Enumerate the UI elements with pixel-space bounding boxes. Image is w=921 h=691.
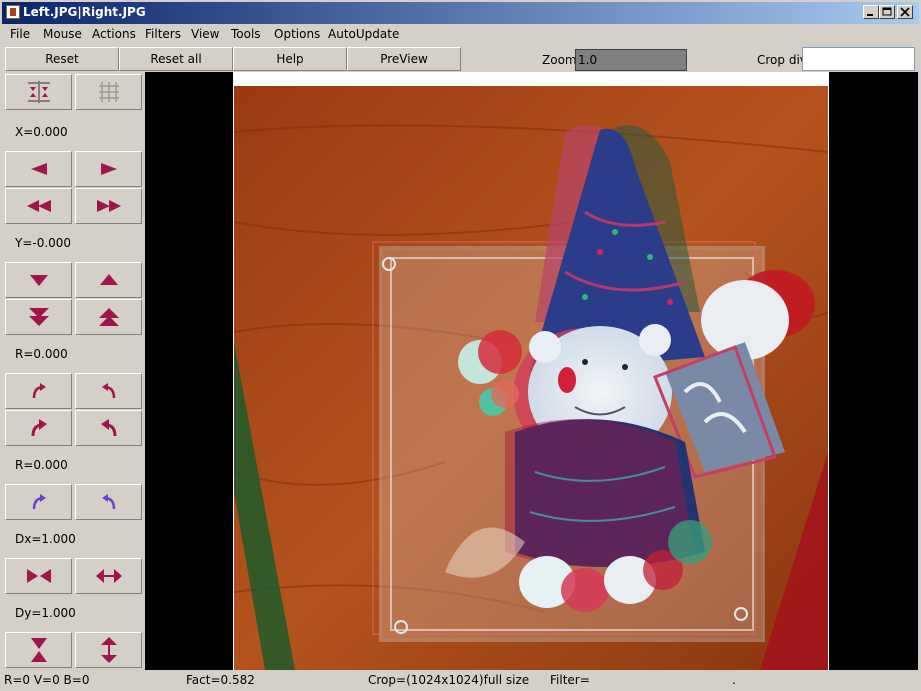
- shrink-horizontal-button[interactable]: [5, 558, 72, 594]
- arrow-down-icon: [29, 275, 48, 286]
- align-columns-button[interactable]: [5, 74, 72, 110]
- fact-readout: Fact=0.582: [186, 673, 255, 687]
- move-right-button[interactable]: [75, 151, 142, 187]
- minimize-icon[interactable]: [863, 5, 879, 19]
- adjust-panel: X=0.000 Y=-0.000 R=0.000 R=0.000 Dx=1.00…: [2, 72, 145, 670]
- expand-vertical-button[interactable]: [75, 632, 142, 668]
- rotate-cw-fast-button[interactable]: [5, 410, 72, 446]
- rotate-cw-button[interactable]: [5, 373, 72, 409]
- shrink-vertical-button[interactable]: [5, 632, 72, 668]
- move-down-button[interactable]: [5, 262, 72, 298]
- rotate-ccw-icon: [101, 383, 115, 399]
- status-dot: .: [732, 673, 736, 687]
- rotate-cw-fine-button[interactable]: [5, 484, 72, 520]
- preview-button[interactable]: PreView: [347, 47, 461, 71]
- rotate-cw-icon: [32, 383, 46, 399]
- menu-bar: File Mouse Actions Filters View Tools Op…: [2, 24, 919, 45]
- grid-align-icon: [98, 82, 119, 102]
- move-up-button[interactable]: [75, 262, 142, 298]
- menu-options[interactable]: Options: [274, 27, 320, 41]
- fast-left-icon: [26, 200, 51, 212]
- rgb-readout: R=0 V=0 B=0: [4, 673, 90, 687]
- r-value: R=0.000: [15, 347, 68, 361]
- r-fine-value: R=0.000: [15, 458, 68, 472]
- menu-actions[interactable]: Actions: [92, 27, 136, 41]
- expand-horizontal-icon: [95, 569, 122, 583]
- shrink-horizontal-icon: [26, 569, 51, 583]
- rotate-ccw-fine-button[interactable]: [75, 484, 142, 520]
- menu-view[interactable]: View: [191, 27, 219, 41]
- image-viewport[interactable]: [145, 72, 918, 670]
- reset-all-button[interactable]: Reset all: [119, 47, 233, 71]
- expand-horizontal-button[interactable]: [75, 558, 142, 594]
- rotate-ccw-fast-button[interactable]: [75, 410, 142, 446]
- crop-div-input[interactable]: [802, 47, 915, 71]
- rotate-cw-fast-icon: [31, 419, 47, 437]
- menu-autoupdate[interactable]: AutoUpdate: [328, 27, 399, 41]
- arrow-left-icon: [30, 163, 47, 175]
- grid-align-button[interactable]: [75, 74, 142, 110]
- title-bar: Left.JPG|Right.JPG: [0, 0, 921, 24]
- filter-readout: Filter=: [550, 673, 590, 687]
- fast-down-icon: [28, 308, 49, 326]
- zoom-field[interactable]: 1.0: [575, 49, 687, 71]
- fast-right-icon: [96, 200, 121, 212]
- maximize-icon[interactable]: [879, 5, 895, 19]
- rotate-cw-fine-icon: [32, 494, 46, 510]
- y-value: Y=-0.000: [15, 236, 72, 250]
- fast-left-button[interactable]: [5, 188, 72, 224]
- move-left-button[interactable]: [5, 151, 72, 187]
- menu-file[interactable]: File: [10, 27, 30, 41]
- expand-vertical-icon: [100, 637, 117, 663]
- window-title: Left.JPG|Right.JPG: [23, 5, 146, 19]
- crop-div-label: Crop div: [757, 53, 807, 67]
- fast-up-icon: [98, 308, 119, 326]
- fast-down-button[interactable]: [5, 299, 72, 335]
- rotate-ccw-fast-icon: [100, 419, 116, 437]
- menu-tools[interactable]: Tools: [231, 27, 261, 41]
- arrow-up-icon: [99, 274, 118, 285]
- menu-mouse[interactable]: Mouse: [43, 27, 82, 41]
- anaglyph-image[interactable]: [145, 72, 918, 670]
- help-button[interactable]: Help: [233, 47, 347, 71]
- arrow-right-icon: [100, 163, 117, 175]
- dx-value: Dx=1.000: [15, 532, 76, 546]
- align-columns-icon: [27, 81, 50, 103]
- reset-button[interactable]: Reset: [5, 47, 119, 71]
- crop-readout: Crop=(1024x1024)full size: [368, 673, 530, 687]
- zoom-label: Zoom: [542, 53, 577, 67]
- x-value: X=0.000: [15, 125, 68, 139]
- fast-up-button[interactable]: [75, 299, 142, 335]
- shrink-vertical-icon: [30, 638, 47, 662]
- menu-filters[interactable]: Filters: [145, 27, 181, 41]
- close-icon[interactable]: [897, 5, 913, 19]
- dy-value: Dy=1.000: [15, 606, 76, 620]
- rotate-ccw-button[interactable]: [75, 373, 142, 409]
- status-bar: R=0 V=0 B=0 Fact=0.582 Crop=(1024x1024)f…: [0, 671, 921, 691]
- rotate-ccw-fine-icon: [101, 494, 115, 510]
- fast-right-button[interactable]: [75, 188, 142, 224]
- app-icon[interactable]: [6, 5, 20, 19]
